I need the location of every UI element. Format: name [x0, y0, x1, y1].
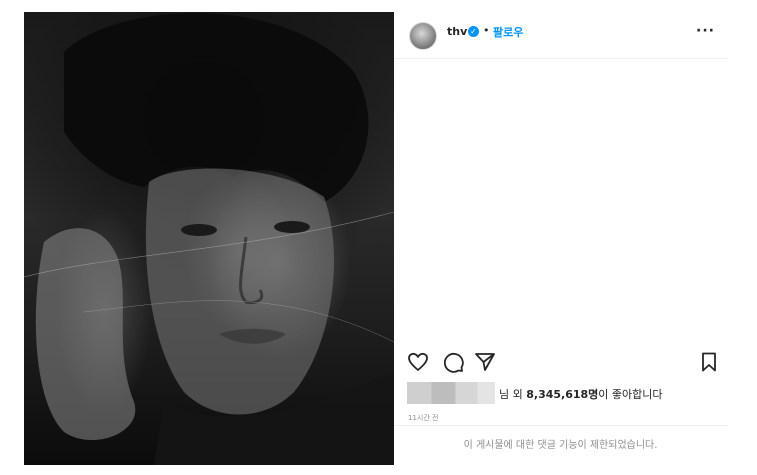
comments-limited-notice: 이 게시물에 대한 댓글 기능이 제한되었습니다.	[394, 425, 727, 466]
follow-button[interactable]: 팔로우	[493, 24, 523, 40]
likes-prefix: 님 외	[499, 388, 527, 401]
separator-dot: •	[483, 24, 490, 37]
username-link[interactable]: thv	[447, 25, 467, 38]
avatar[interactable]	[409, 22, 437, 50]
likes-summary[interactable]: 님 외 8,345,618명이 좋아합니다	[407, 381, 717, 405]
post-details-panel: thv ✓ • 팔로우 ··· 님 외 8,345,618명이 좋아합니다 11…	[394, 12, 727, 465]
comment-icon[interactable]	[441, 350, 465, 374]
likes-suffix: 이 좋아합니다	[598, 388, 663, 401]
more-options-button[interactable]: ···	[696, 23, 715, 39]
liker-name-blurred	[407, 382, 495, 404]
bookmark-icon[interactable]	[697, 350, 721, 374]
verified-badge-icon: ✓	[468, 26, 479, 37]
portrait-photo	[24, 13, 394, 465]
post-timestamp[interactable]: 11시간 전	[408, 413, 438, 423]
post-header: thv ✓ • 팔로우 ···	[394, 12, 727, 59]
post-image[interactable]	[24, 12, 394, 465]
send-icon[interactable]	[473, 350, 497, 374]
heart-icon[interactable]	[406, 350, 430, 374]
action-bar	[394, 350, 727, 374]
likes-text: 님 외 8,345,618명이 좋아합니다	[499, 386, 663, 402]
likes-count[interactable]: 8,345,618명	[526, 388, 598, 401]
